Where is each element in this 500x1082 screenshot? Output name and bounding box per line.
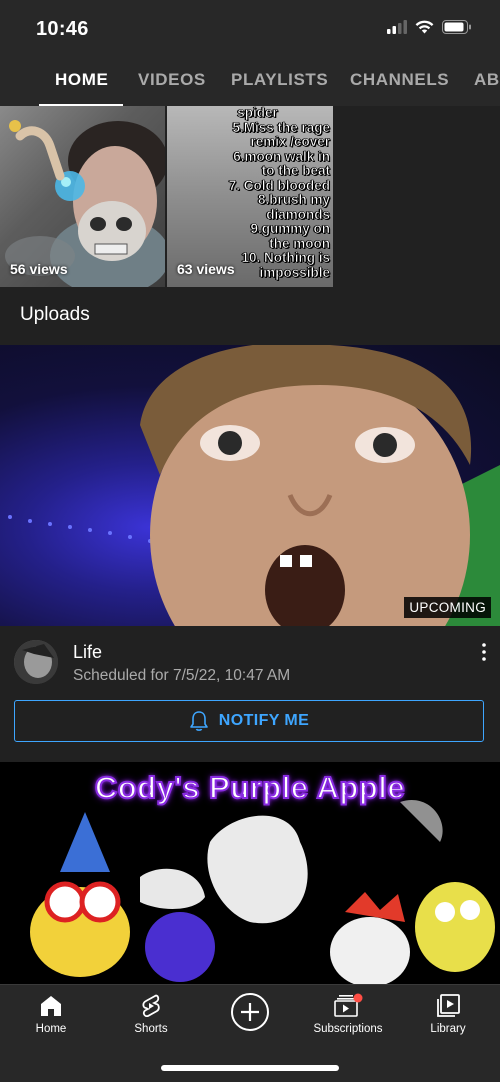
overlay-line: 8.brush my <box>257 192 331 207</box>
nav-library[interactable]: Library <box>403 993 493 1035</box>
channel-tabs: HOME VIDEOS PLAYLISTS CHANNELS ABOUT <box>0 58 500 106</box>
create-icon <box>231 993 269 1031</box>
more-options-icon[interactable] <box>478 642 490 662</box>
avatar-image <box>14 640 58 684</box>
tab-home[interactable]: HOME <box>55 70 108 90</box>
boy-face-image <box>8 345 500 626</box>
notify-me-button[interactable]: NOTIFY ME <box>14 700 484 742</box>
status-time: 10:46 <box>36 18 89 40</box>
cellular-signal-icon <box>387 20 407 34</box>
wifi-icon <box>415 20 434 34</box>
bell-icon <box>189 711 208 731</box>
view-count: 63 views <box>177 261 235 277</box>
shelf-video-thumbnail[interactable]: spider 5.Miss the rage remix /cover 6.mo… <box>167 106 333 287</box>
video-title[interactable]: Life <box>73 642 102 663</box>
nav-shorts-label: Shorts <box>134 1023 168 1035</box>
tab-playlists[interactable]: PLAYLISTS <box>231 70 328 90</box>
video-scheduled-time: Scheduled for 7/5/22, 10:47 AM <box>73 667 291 684</box>
notify-me-label: NOTIFY ME <box>218 712 310 729</box>
thumbnail-title-overlay: Cody's Purple Apple <box>94 769 406 806</box>
overlay-line: remix /cover <box>250 134 330 149</box>
tab-channels[interactable]: CHANNELS <box>350 70 449 90</box>
battery-icon <box>442 20 471 34</box>
video-shelf: 56 views spider 5.Miss the rage remix /c… <box>0 106 500 287</box>
overlay-line: to the beat <box>261 163 330 178</box>
tab-videos[interactable]: VIDEOS <box>138 70 206 90</box>
upcoming-badge: UPCOMING <box>404 597 491 618</box>
overlay-line: 9.gummy on <box>250 221 330 236</box>
upcoming-video-thumbnail[interactable]: UPCOMING <box>0 345 500 626</box>
nav-create[interactable] <box>205 992 295 1032</box>
library-icon <box>437 994 460 1017</box>
section-title-uploads: Uploads <box>20 304 90 325</box>
overlay-line: the moon <box>269 235 330 251</box>
video-thumbnail[interactable]: Cody's Purple Apple <box>0 762 500 984</box>
home-icon <box>41 996 61 1016</box>
overlay-line: 6.moon walk in <box>233 148 330 164</box>
overlay-line: spider <box>237 106 278 120</box>
home-indicator[interactable] <box>161 1065 339 1071</box>
skull-mask-person-image <box>5 120 165 287</box>
shorts-icon <box>142 994 160 1018</box>
subscriptions-icon <box>334 993 363 1017</box>
nav-library-label: Library <box>430 1023 466 1035</box>
overlay-line: diamonds <box>266 206 330 222</box>
nav-subscriptions[interactable]: Subscriptions <box>303 993 393 1035</box>
nav-home[interactable]: Home <box>6 993 96 1035</box>
nav-shorts[interactable]: Shorts <box>106 993 196 1035</box>
nav-home-label: Home <box>35 1023 67 1035</box>
tab-about[interactable]: ABOUT <box>474 70 500 90</box>
status-icons <box>387 20 472 34</box>
video-info: Life Scheduled for 7/5/22, 10:47 AM NOTI… <box>0 626 500 762</box>
view-count: 56 views <box>10 261 68 277</box>
channel-avatar[interactable] <box>14 640 58 684</box>
shelf-video-thumbnail[interactable]: 56 views <box>0 106 165 287</box>
overlay-line: 5.Miss the rage <box>232 119 330 135</box>
status-bar: 10:46 <box>0 0 500 58</box>
overlay-line: 7. Cold blooded <box>228 177 330 193</box>
nav-subscriptions-label: Subscriptions <box>313 1023 383 1035</box>
thumbnail-text-overlay: spider 5.Miss the rage remix /cover 6.mo… <box>185 106 330 280</box>
